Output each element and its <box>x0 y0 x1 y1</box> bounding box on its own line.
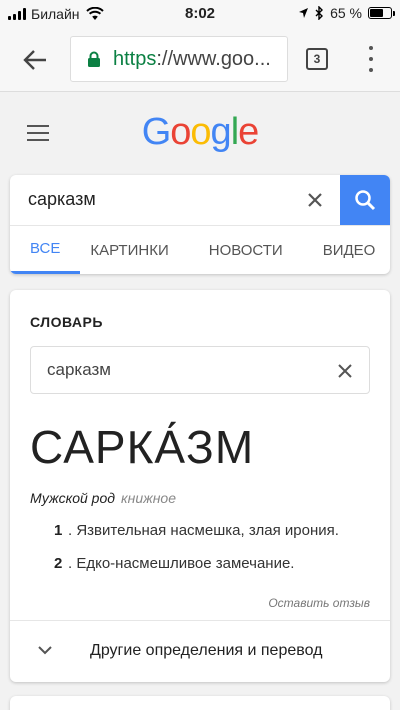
headword: САРКА́ЗМ <box>30 421 255 473</box>
clear-dictionary-icon[interactable] <box>337 363 353 379</box>
clear-search-icon[interactable] <box>306 191 324 209</box>
tab-switcher-button[interactable]: 3 <box>306 48 328 70</box>
status-right: 65 % <box>298 5 395 21</box>
next-result-card <box>10 696 390 710</box>
search-tabs: ВСЕ КАРТИНКИ НОВОСТИ ВИДЕО <box>10 226 390 274</box>
url-bar[interactable]: https://www.goo... <box>70 36 288 82</box>
dictionary-input-value: сарказм <box>47 360 111 379</box>
register-label: книжное <box>121 490 177 506</box>
url-host: ://www.goo... <box>156 47 271 70</box>
definition-item: 2. Едко-насмешливое замечание. <box>54 555 295 572</box>
more-definitions-label: Другие определения и перевод <box>90 642 323 659</box>
more-definitions-button[interactable]: Другие определения и перевод <box>10 621 390 682</box>
lock-icon <box>88 51 100 67</box>
gender-label: Мужской род <box>30 490 115 506</box>
url-scheme: https <box>113 47 157 70</box>
definition-item: 1. Язвительная насмешка, злая ирония. <box>54 522 339 539</box>
location-icon <box>299 8 309 18</box>
back-arrow-icon[interactable] <box>22 48 48 72</box>
definitions-list: 1. Язвительная насмешка, злая ирония. 2.… <box>54 522 339 588</box>
search-icon <box>355 190 376 211</box>
dictionary-title: СЛОВАРЬ <box>30 314 103 330</box>
feedback-link[interactable]: Оставить отзыв <box>268 596 370 610</box>
google-header: Google <box>0 93 400 173</box>
dictionary-input[interactable]: сарказм <box>30 346 370 394</box>
overflow-menu-icon[interactable] <box>368 46 374 72</box>
search-query[interactable]: сарказм <box>28 189 96 210</box>
tab-news[interactable]: НОВОСТИ <box>181 226 295 274</box>
chevron-down-icon <box>38 646 52 655</box>
battery-fill <box>370 9 383 17</box>
part-of-speech: Мужской род книжное <box>30 490 176 506</box>
battery-percent: 65 % <box>330 5 362 21</box>
status-bar: Билайн 8:02 65 % <box>0 0 400 28</box>
search-button[interactable] <box>340 175 390 225</box>
browser-toolbar: https://www.goo... 3 <box>0 28 400 92</box>
tab-images[interactable]: КАРТИНКИ <box>80 226 180 274</box>
google-logo[interactable]: Google <box>0 111 400 154</box>
battery-icon <box>368 7 395 19</box>
search-card: сарказм ВСЕ КАРТИНКИ НОВОСТИ ВИДЕО <box>10 175 390 274</box>
tab-video[interactable]: ВИДЕО <box>295 226 376 274</box>
tab-all[interactable]: ВСЕ <box>10 226 81 274</box>
dictionary-card: СЛОВАРЬ сарказм САРКА́ЗМ Мужской род книж… <box>10 290 390 682</box>
bluetooth-icon <box>315 6 324 20</box>
